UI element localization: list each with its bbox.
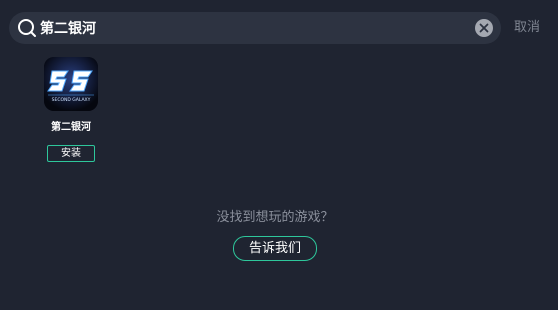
not-found-hint: 没找到想玩的游戏？ (216, 210, 334, 225)
install-button[interactable]: 安装 (47, 145, 95, 162)
tell-us-button[interactable]: 告诉我们 (233, 236, 317, 261)
search-icon (17, 18, 37, 38)
search-bar (9, 12, 501, 44)
clear-search-button[interactable] (475, 19, 493, 37)
app-name: 第二银河 (51, 122, 91, 133)
app-result-card[interactable]: SECOND GALAXY 第二银河 安装 (30, 57, 112, 167)
cancel-button[interactable]: 取消 (514, 19, 540, 37)
search-input[interactable] (40, 16, 460, 40)
close-icon (479, 23, 489, 33)
svg-text:SECOND GALAXY: SECOND GALAXY (52, 97, 91, 103)
second-galaxy-logo-icon[interactable]: SECOND GALAXY (44, 57, 98, 111)
